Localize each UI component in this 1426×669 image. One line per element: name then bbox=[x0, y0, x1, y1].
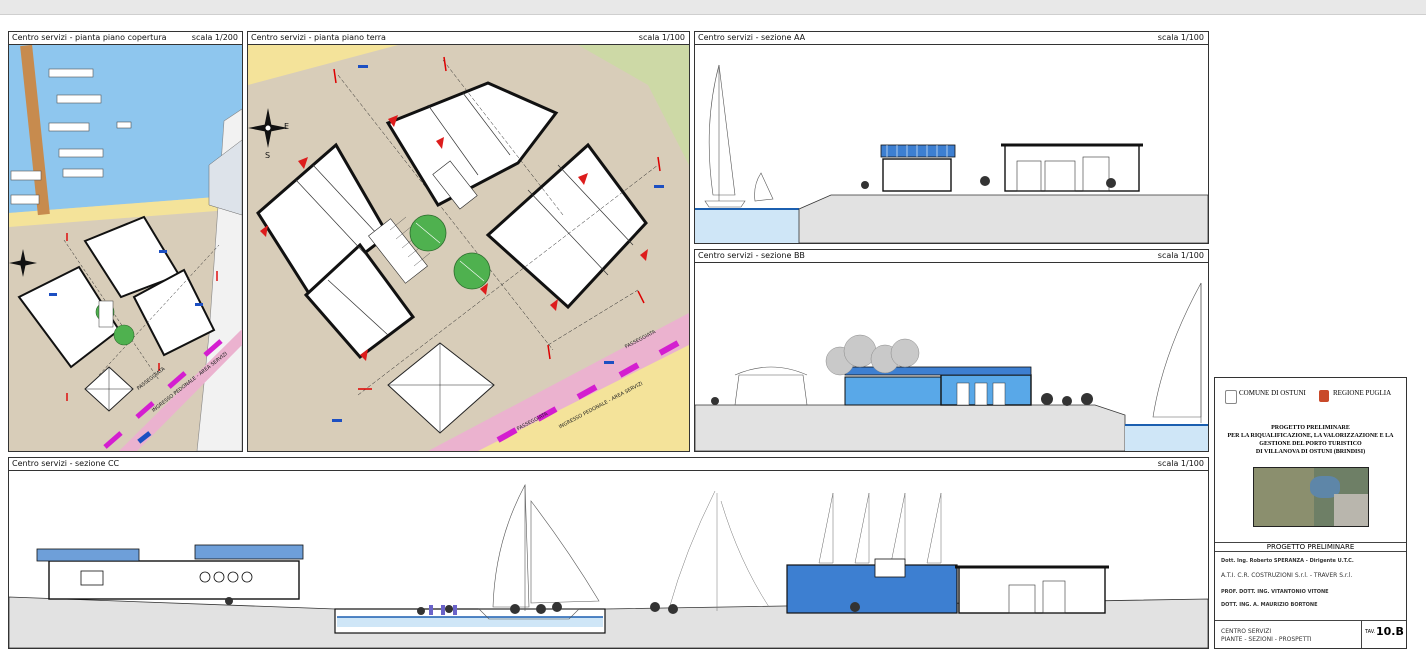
panel-scale: scala 1/100 bbox=[1157, 33, 1204, 42]
drawing-sheet: Centro servizi - pianta piano copertura … bbox=[0, 0, 1426, 669]
comune-name: COMUNE DI OSTUNI bbox=[1239, 389, 1306, 397]
panel-ground-plan: Centro servizi - pianta piano terra scal… bbox=[247, 31, 690, 452]
panel-scale: scala 1/100 bbox=[638, 33, 685, 42]
tav-number: 10.B bbox=[1376, 625, 1404, 638]
panel-scale: scala 1/100 bbox=[1157, 459, 1204, 468]
panel-title: Centro servizi - pianta piano copertura bbox=[12, 33, 167, 42]
project-line: PROGETTO PRELIMINARE bbox=[1271, 425, 1350, 431]
compass-s-label: S bbox=[265, 151, 271, 160]
panel-header: Centro servizi - sezione CC scala 1/100 bbox=[9, 458, 1208, 471]
regione-name: REGIONE PUGLIA bbox=[1333, 389, 1392, 397]
section-cc-drawing bbox=[9, 471, 1208, 648]
panel-scale: scala 1/100 bbox=[1157, 251, 1204, 260]
designer-name: PROF. DOTT. ING. VITANTONIO VITONE bbox=[1221, 589, 1329, 595]
drawing-subtitle: PIANTE - SEZIONI - PROSPETTI bbox=[1221, 636, 1312, 643]
panel-scale: scala 1/200 bbox=[191, 33, 238, 42]
panel-roof-plan: Centro servizi - pianta piano copertura … bbox=[8, 31, 243, 452]
sheet-number-box: TAV. 10.B bbox=[1361, 620, 1407, 648]
panel-section-bb: Centro servizi - sezione BB scala 1/100 bbox=[694, 249, 1209, 452]
drawing-title: CENTRO SERVIZI bbox=[1221, 628, 1272, 635]
tav-label: TAV. bbox=[1365, 629, 1376, 635]
section-aa-drawing bbox=[695, 45, 1208, 243]
project-description: PROGETTO PRELIMINARE PER LA RIQUALIFICAZ… bbox=[1215, 424, 1406, 456]
title-block: COMUNE DI OSTUNI REGIONE PUGLIA PROGETTO… bbox=[1214, 377, 1407, 649]
company-name: A.T.I. C.R. COSTRUZIONI S.r.l. - TRAVER … bbox=[1221, 572, 1353, 579]
roof-plan-drawing: PASSEGGIATA INGRESSO PEDONALE - AREA SER… bbox=[9, 45, 242, 451]
project-line: GESTIONE DEL PORTO TURISTICO bbox=[1259, 441, 1362, 447]
panel-header: Centro servizi - sezione BB scala 1/100 bbox=[695, 250, 1208, 263]
regione-crest-icon bbox=[1319, 390, 1329, 402]
rup-name: Dott. Ing. Roberto SPERANZA - Dirigente … bbox=[1221, 558, 1354, 564]
panel-title: Centro servizi - sezione BB bbox=[698, 251, 805, 260]
panel-header: Centro servizi - pianta piano copertura … bbox=[9, 32, 242, 45]
comune-crest-icon bbox=[1225, 390, 1237, 404]
designer-name: DOTT. ING. A. MAURIZIO BORTONE bbox=[1221, 602, 1318, 608]
panel-section-aa: Centro servizi - sezione AA scala 1/100 bbox=[694, 31, 1209, 244]
panel-header: Centro servizi - pianta piano terra scal… bbox=[248, 32, 689, 45]
panel-title: Centro servizi - sezione AA bbox=[698, 33, 806, 42]
project-line: DI VILLANOVA DI OSTUNI (BRINDISI) bbox=[1255, 449, 1366, 455]
viewer-top-bar bbox=[0, 0, 1426, 15]
panel-title: Centro servizi - pianta piano terra bbox=[251, 33, 386, 42]
aerial-photo bbox=[1253, 467, 1369, 527]
compass-e-label: E bbox=[284, 122, 290, 131]
project-phase: PROGETTO PRELIMINARE bbox=[1215, 542, 1406, 552]
panel-header: Centro servizi - sezione AA scala 1/100 bbox=[695, 32, 1208, 45]
panel-title: Centro servizi - sezione CC bbox=[12, 459, 120, 468]
section-bb-drawing bbox=[695, 263, 1208, 451]
ground-plan-drawing: E S PASSEGGIATA INGRESSO PEDONALE - AREA… bbox=[248, 45, 689, 451]
panel-section-cc: Centro servizi - sezione CC scala 1/100 bbox=[8, 457, 1209, 649]
project-line: PER LA RIQUALIFICAZIONE, LA VALORIZZAZIO… bbox=[1227, 433, 1394, 439]
